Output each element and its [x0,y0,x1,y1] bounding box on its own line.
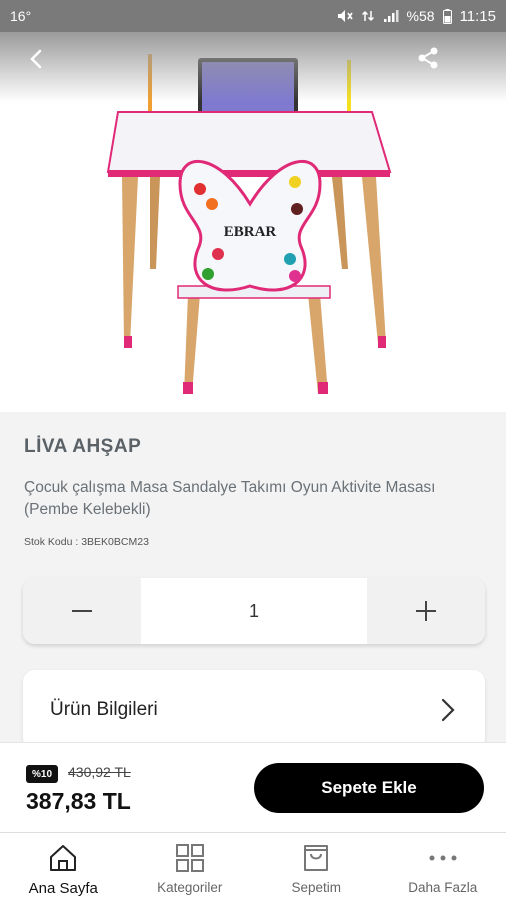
back-button[interactable] [22,44,52,74]
product-image-area: EBRAR [0,32,506,412]
plus-icon [416,601,436,621]
nav-label-categories: Kategoriler [157,880,223,895]
product-image: EBRAR [106,54,392,394]
chevron-right-icon [441,698,455,722]
home-icon [46,841,80,875]
share-icon [418,47,438,69]
status-bar: 16° %58 11:15 [0,0,506,32]
nav-item-home[interactable]: Ana Sayfa [0,833,127,900]
quantity-value[interactable]: 1 [141,578,367,644]
signal-icon [383,10,399,22]
bottom-nav: Ana Sayfa Kategoriler Sepetim Daha Fazla [0,832,506,900]
minus-icon [72,610,92,612]
nav-item-categories[interactable]: Kategoriler [127,833,254,900]
stock-code: Stok Kodu : 3BEK0BCM23 [24,536,149,548]
chevron-left-icon [30,49,42,69]
add-to-cart-button[interactable]: Sepete Ekle [254,763,484,813]
old-price: 430,92 TL [68,764,131,780]
nav-label-more: Daha Fazla [408,880,478,895]
data-transfer-icon [361,10,374,22]
clock: 11:15 [459,7,496,25]
engraved-name-text: EBRAR [224,224,277,240]
more-icon [426,841,460,875]
share-button[interactable] [414,44,442,72]
product-details-row[interactable]: Ürün Bilgileri [23,670,485,750]
mute-icon [337,10,353,22]
nav-label-home: Ana Sayfa [28,880,98,897]
increase-quantity-button[interactable] [367,578,485,644]
nav-item-more[interactable]: Daha Fazla [380,833,506,900]
grid-icon [173,841,207,875]
battery-percent: %58 [406,8,435,24]
price-bar: %10 430,92 TL 387,83 TL Sepete Ekle [0,742,506,832]
bag-icon [299,841,333,875]
brand-name: LİVA AHŞAP [24,436,142,457]
status-icons: %58 11:15 [337,8,496,25]
quantity-stepper: 1 [23,578,485,644]
current-price: 387,83 TL [26,788,131,814]
decrease-quantity-button[interactable] [23,578,141,644]
product-details-label: Ürün Bilgileri [50,699,158,720]
product-name: Çocuk çalışma Masa Sandalye Takımı Oyun … [24,479,436,518]
discount-badge: %10 [26,765,58,783]
nav-item-cart[interactable]: Sepetim [253,833,380,900]
temperature: 16° [10,8,32,24]
nav-label-cart: Sepetim [291,880,342,895]
battery-icon [442,8,452,24]
